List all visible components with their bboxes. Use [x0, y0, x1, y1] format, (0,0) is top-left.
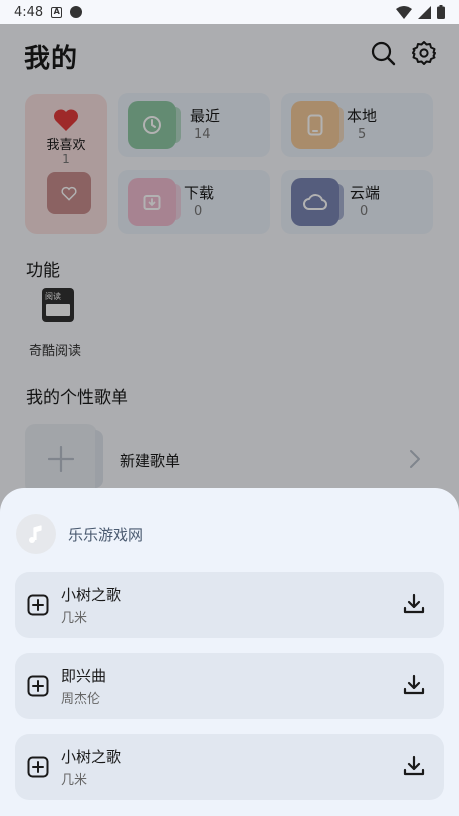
- song-row[interactable]: 即兴曲 周杰伦: [15, 653, 444, 719]
- song-title: 小树之歌: [61, 748, 122, 766]
- song-artist: 周杰伦: [61, 692, 101, 707]
- bottom-sheet: 乐乐游戏网 小树之歌 几米 即兴曲 周杰伦 小树之歌 几米: [0, 488, 459, 816]
- status-bar: 4:48 A: [0, 0, 459, 24]
- cell-signal-icon: [418, 5, 431, 19]
- add-to-playlist-icon[interactable]: [27, 594, 49, 616]
- add-to-playlist-icon[interactable]: [27, 675, 49, 697]
- notification-a-icon: A: [51, 6, 63, 18]
- add-to-playlist-icon[interactable]: [27, 756, 49, 778]
- source-name: 乐乐游戏网: [68, 525, 144, 544]
- battery-icon: [437, 5, 445, 19]
- song-title: 即兴曲: [61, 667, 107, 685]
- song-artist: 几米: [61, 611, 88, 626]
- music-note-icon: [29, 525, 42, 543]
- source-row: 乐乐游戏网: [16, 514, 143, 554]
- download-icon[interactable]: [402, 673, 426, 697]
- notification-dot-icon: [70, 6, 83, 18]
- song-title: 小树之歌: [61, 586, 122, 604]
- download-icon[interactable]: [402, 592, 426, 616]
- wifi-icon: [396, 5, 412, 19]
- source-avatar: [16, 514, 56, 554]
- song-row[interactable]: 小树之歌 几米: [15, 734, 444, 800]
- song-row[interactable]: 小树之歌 几米: [15, 572, 444, 638]
- status-time: 4:48: [14, 4, 44, 20]
- download-icon[interactable]: [402, 754, 426, 778]
- song-artist: 几米: [61, 773, 88, 788]
